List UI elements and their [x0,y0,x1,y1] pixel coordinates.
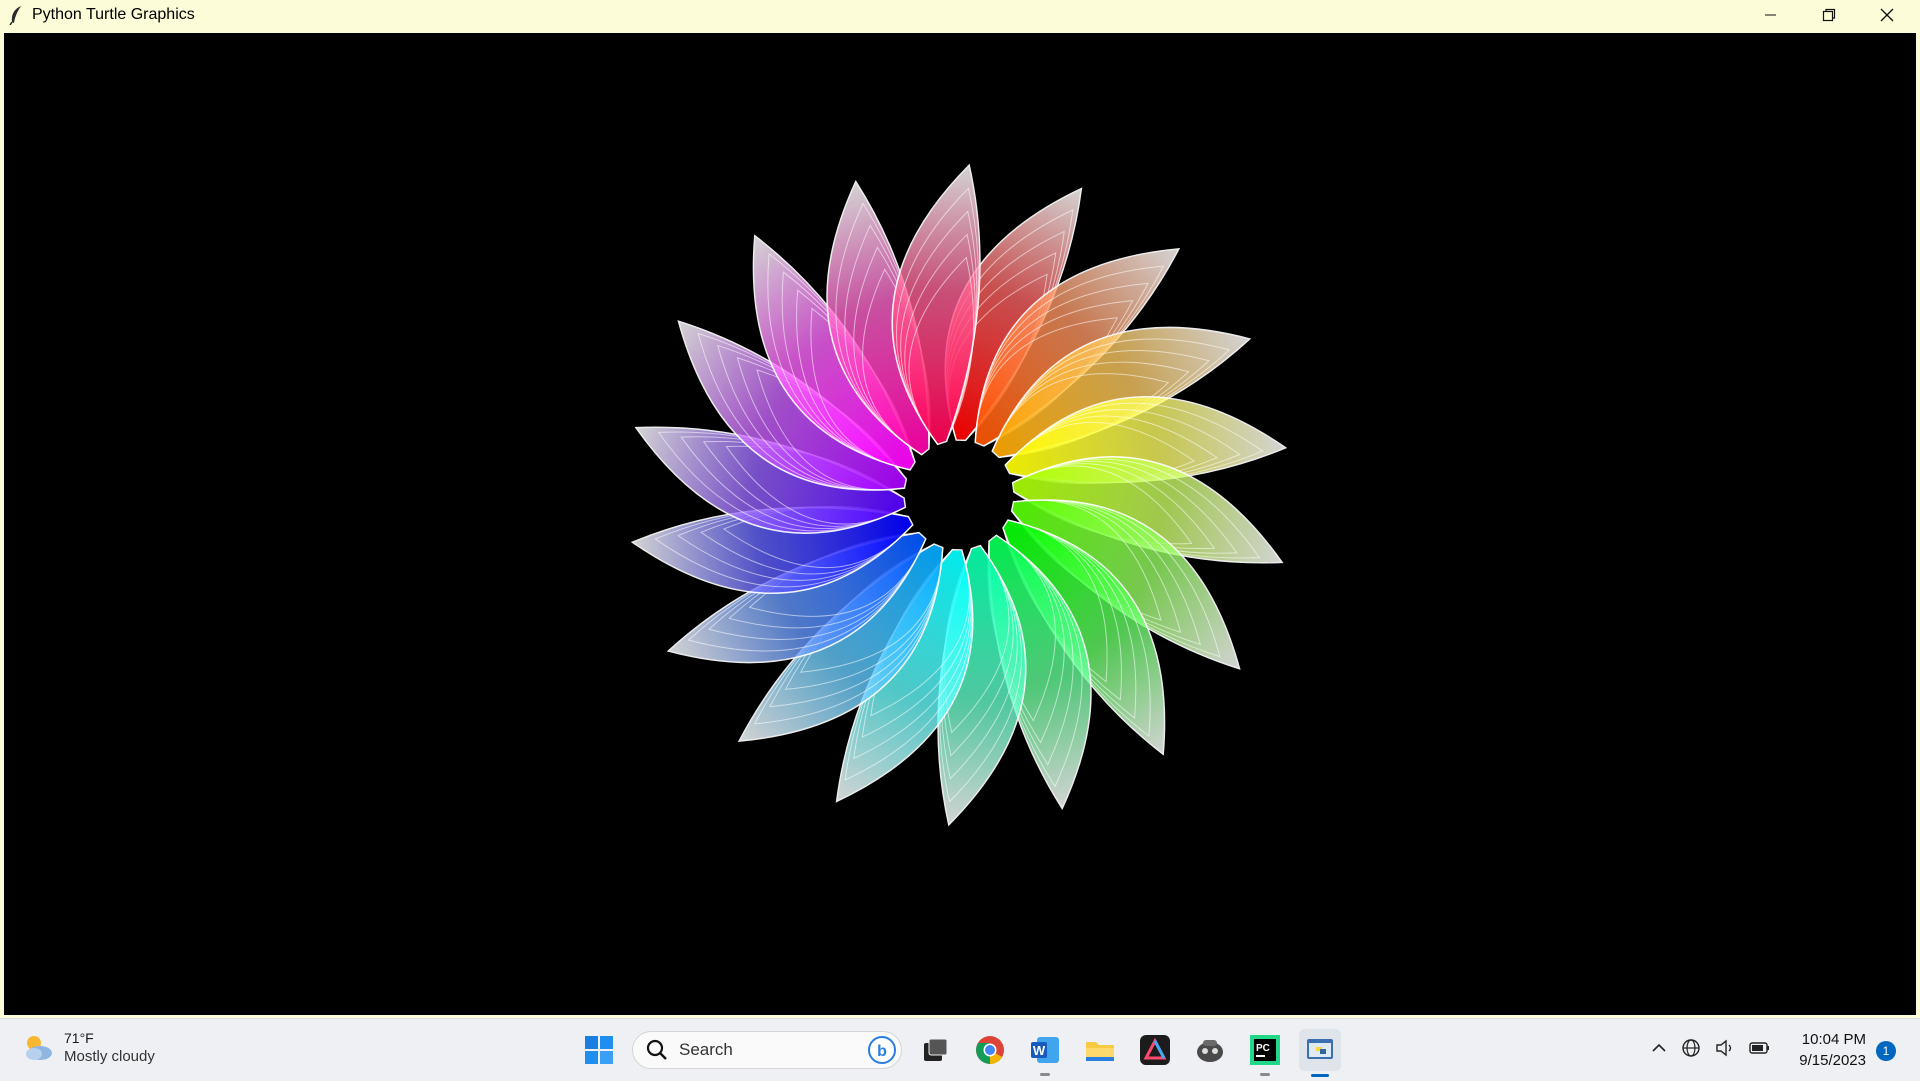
svg-text:W: W [1033,1043,1046,1058]
clock[interactable]: 10:04 PM 9/15/2023 [1786,1031,1866,1069]
feather-icon [6,4,26,26]
chrome-icon [976,1036,1004,1064]
file-explorer-button[interactable] [1079,1029,1121,1071]
weather-widget[interactable]: 71°F Mostly cloudy [20,1029,155,1065]
volume-icon[interactable] [1714,1037,1736,1059]
restore-icon [1822,8,1836,22]
pycharm-icon: PC [1250,1035,1280,1065]
bing-icon[interactable]: b [867,1035,897,1065]
minimize-icon [1765,14,1776,16]
spiral-flower-drawing [630,163,1288,827]
turtle-canvas[interactable] [4,33,1916,1015]
task-view-button[interactable] [914,1029,956,1071]
minimize-button[interactable] [1742,0,1800,30]
affinity-icon [1140,1035,1170,1065]
search-icon [646,1039,667,1060]
affinity-button[interactable] [1134,1029,1176,1071]
ollama-icon [1197,1040,1223,1062]
battery-icon[interactable] [1748,1037,1772,1059]
clock-date: 9/15/2023 [1799,1052,1866,1069]
canvas-frame [0,30,1920,1018]
python-turtle-icon [1307,1039,1333,1059]
svg-text:b: b [877,1043,887,1060]
taskbar: 71°F Mostly cloudy Search b W PC 10:04 P… [0,1018,1920,1081]
chevron-up-icon[interactable] [1650,1039,1668,1057]
title-bar: Python Turtle Graphics [0,0,1920,30]
python-turtle-button[interactable] [1299,1029,1341,1077]
ollama-button[interactable] [1189,1029,1231,1071]
partly-cloudy-icon [26,1036,52,1060]
network-icon[interactable] [1680,1037,1702,1059]
close-button[interactable] [1858,0,1916,30]
restore-button[interactable] [1800,0,1858,30]
pycharm-button[interactable]: PC [1244,1029,1286,1076]
clock-time: 10:04 PM [1801,1031,1866,1048]
svg-text:PC: PC [1256,1043,1270,1054]
window-title: Python Turtle Graphics [32,6,195,23]
task-view-icon [924,1038,948,1061]
flower-center [909,445,1009,545]
notification-badge[interactable]: 1 [1876,1041,1896,1061]
system-tray [1650,1037,1772,1059]
search-box[interactable]: Search b [632,1031,902,1069]
start-icon [585,1036,613,1064]
word-icon: W [1031,1037,1059,1063]
weather-description: Mostly cloudy [64,1047,155,1065]
close-icon [1880,8,1894,22]
weather-temperature: 71°F [64,1029,94,1046]
search-label: Search [679,1040,733,1059]
chrome-button[interactable] [969,1029,1011,1071]
word-button[interactable]: W [1024,1029,1066,1076]
start-button[interactable] [578,1029,620,1071]
file-explorer-icon [1086,1042,1114,1061]
